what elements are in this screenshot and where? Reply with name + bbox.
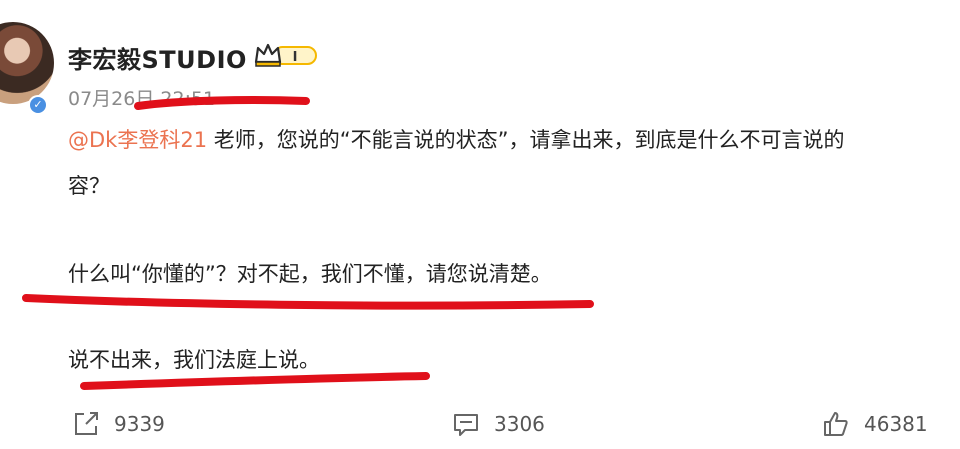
post-timestamp[interactable]: 07月26日 22:51 — [68, 84, 215, 111]
vip-crown-icon[interactable]: I — [254, 42, 318, 68]
comment-button[interactable]: 3306 — [452, 410, 545, 438]
mention-link[interactable]: @Dk李登科21 — [68, 128, 207, 152]
verified-icon: ✓ — [28, 95, 48, 115]
post-text-1: 老师，您说的“不能言说的状态”，请拿出来，到底是什么不可言说的 — [207, 128, 845, 152]
thumbs-up-icon — [824, 412, 848, 436]
author-avatar-group[interactable]: ✓ — [0, 22, 56, 115]
underline-line-4 — [80, 372, 430, 390]
repost-count: 9339 — [114, 412, 165, 436]
post-line-1: @Dk李登科21 老师，您说的“不能言说的状态”，请拿出来，到底是什么不可言说的 — [68, 124, 845, 154]
avatar[interactable] — [0, 22, 54, 104]
repost-icon — [75, 412, 98, 435]
comment-icon — [454, 414, 478, 436]
author-name[interactable]: 李宏毅STUDIO — [68, 40, 247, 75]
post-line-4: 说不出来，我们法庭上说。 — [68, 348, 320, 372]
underline-line-3 — [22, 294, 594, 310]
post-line-3: 什么叫“你懂的”？对不起，我们不懂，请您说清楚。 — [68, 262, 552, 286]
comment-count: 3306 — [494, 412, 545, 436]
like-button[interactable]: 46381 — [822, 410, 928, 438]
vip-level-label: I — [293, 50, 298, 65]
like-count: 46381 — [864, 412, 928, 436]
post-line-2: 容？ — [68, 174, 110, 198]
repost-button[interactable]: 9339 — [72, 410, 165, 438]
